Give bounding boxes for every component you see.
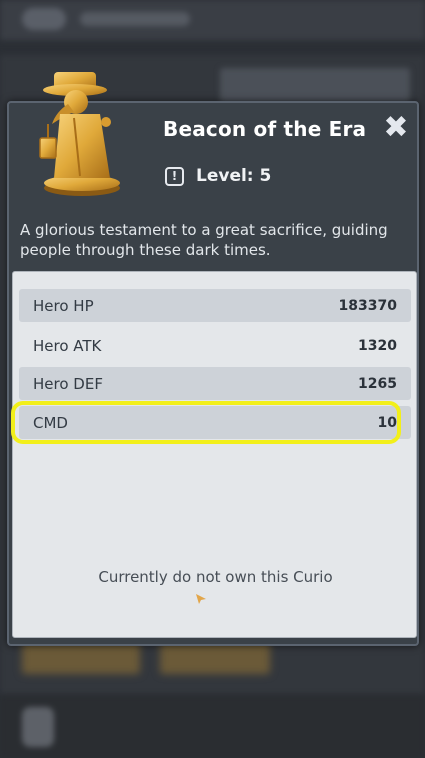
background-hero-thumbnail (22, 707, 54, 747)
stats-panel: Hero HP 183370 Hero ATK 1320 Hero DEF 12… (12, 271, 417, 638)
curio-description: A glorious testament to a great sacrific… (20, 221, 388, 259)
exclamation-icon: ! (165, 166, 184, 186)
stat-name: Hero ATK (33, 336, 102, 355)
curio-statue-icon (39, 72, 120, 196)
background-top-bar (0, 0, 425, 40)
cursor-arrow-icon (196, 594, 206, 604)
stat-name: CMD (33, 413, 68, 432)
background-tab (220, 68, 410, 104)
stat-value: 183370 (338, 297, 397, 314)
ownership-status-text: Currently do not own this Curio (98, 568, 333, 586)
level-label: Level: 5 (196, 166, 272, 186)
stat-row-hero-atk: Hero ATK 1320 (19, 329, 411, 362)
stat-row-hero-def: Hero DEF 1265 (19, 367, 411, 400)
stat-name: Hero DEF (33, 374, 103, 393)
background-bottom-bar (0, 695, 425, 758)
background-text-placeholder (80, 12, 190, 26)
stat-value: 1265 (358, 375, 397, 392)
stat-name: Hero HP (33, 296, 94, 315)
curio-title: Beacon of the Era (163, 117, 367, 141)
stat-row-hero-hp: Hero HP 183370 (19, 289, 411, 322)
close-icon[interactable]: ✖ (380, 112, 412, 144)
stat-value: 1320 (358, 337, 397, 354)
level-indicator: ! Level: 5 (165, 166, 271, 186)
background-pill (22, 8, 66, 30)
stat-row-cmd: CMD 10 (19, 406, 411, 439)
stat-value: 10 (377, 414, 397, 431)
